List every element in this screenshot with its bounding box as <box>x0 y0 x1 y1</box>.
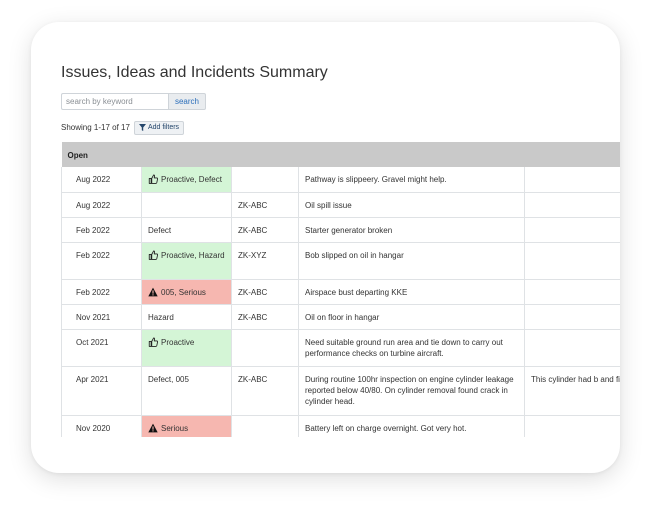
cell-aircraft: ZK-XYZ <box>231 242 299 280</box>
description-text: Airspace bust departing KKE <box>305 287 408 297</box>
group-header-open[interactable]: Open <box>61 142 620 167</box>
warning-icon <box>148 423 158 432</box>
description-text: Starter generator broken <box>305 225 393 235</box>
cell-description: Airspace bust departing KKE <box>298 279 525 305</box>
category-text: Defect, 005 <box>148 374 189 384</box>
cell-description: Pathway is slippeery. Gravel might help. <box>298 167 525 193</box>
cell-aircraft: ZK-ABC <box>231 217 299 243</box>
cell-notes <box>524 167 620 193</box>
thumbs-up-icon <box>148 174 158 184</box>
description-text: Pathway is slippeery. Gravel might help. <box>305 175 447 184</box>
category-text: Proactive, Hazard <box>161 250 225 260</box>
filter-icon <box>138 124 146 131</box>
warning-icon <box>148 287 158 296</box>
table-row[interactable]: Nov 2021 Hazard ZK-ABC Oil on floor in hang… <box>61 304 620 330</box>
cell-notes: This cylinder had b and fitted Dec 2017 … <box>524 366 620 416</box>
group-label: Open <box>61 142 620 167</box>
search-input[interactable] <box>61 93 168 110</box>
category-text: Proactive <box>161 337 195 347</box>
category-text: Serious <box>161 423 189 433</box>
cell-aircraft: ZK-ABC <box>231 366 299 416</box>
cell-description: Need suitable ground run area and tie do… <box>298 329 525 367</box>
category-text: Defect <box>148 225 172 235</box>
cell-notes <box>524 192 620 218</box>
cell-date: Apr 2021 <box>61 366 142 416</box>
cell-date: Aug 2022 <box>61 167 142 193</box>
search-button[interactable]: search <box>168 93 206 110</box>
category-text: Proactive, Defect <box>161 175 222 184</box>
results-toolbar: Showing 1-17 of 17 Add filters <box>61 120 185 135</box>
cell-notes <box>524 242 620 280</box>
cell-notes <box>524 217 620 243</box>
table-row[interactable]: Apr 2021 Defect, 005 ZK-ABC During routine … <box>61 366 620 416</box>
cell-aircraft: ZK-ABC <box>231 279 299 305</box>
cell-date: Aug 2022 <box>61 192 142 218</box>
cell-aircraft <box>231 415 299 437</box>
table-row[interactable]: Nov 2020 Serious Battery left on charge ov… <box>61 415 620 437</box>
cell-date: Feb 2022 <box>61 279 142 305</box>
cell-description: Oil on floor in hangar <box>298 304 525 330</box>
thumbs-up-icon <box>148 250 158 260</box>
page-title: Issues, Ideas and Incidents Summary <box>61 64 328 81</box>
cell-notes <box>524 279 620 305</box>
cell-description: Bob slipped on oil in hangar <box>298 242 525 280</box>
description-text: Oil spill issue <box>305 200 352 210</box>
cell-notes <box>524 329 620 367</box>
table-row[interactable]: Aug 2022 ZK-ABC Oil spill issue <box>61 192 620 218</box>
table-row[interactable]: Feb 2022 005, Serious ZK-ABC Airspace bust … <box>61 279 620 305</box>
cell-category: Hazard <box>141 304 232 330</box>
cell-notes <box>524 304 620 330</box>
cell-category: Serious <box>141 415 232 437</box>
cell-aircraft <box>231 329 299 367</box>
add-filters-label: Add filters <box>147 124 180 131</box>
cell-date: Feb 2022 <box>61 217 142 243</box>
notes-text: This cylinder had b and fitted Dec 2017 … <box>531 374 620 384</box>
cell-aircraft: ZK-ABC <box>231 192 299 218</box>
table-row[interactable]: Feb 2022 Defect ZK-ABC Starter generator br… <box>61 217 620 243</box>
category-text: 005, Serious <box>161 287 206 297</box>
summary-panel: Issues, Ideas and Incidents Summary sear… <box>61 64 620 437</box>
add-filters-button[interactable]: Add filters <box>133 120 185 135</box>
cell-date: Nov 2020 <box>61 415 142 437</box>
table-row[interactable]: Oct 2021 Proactive Need suitable ground ru… <box>61 329 620 367</box>
description-text: Oil on floor in hangar <box>305 312 380 322</box>
cell-category: Proactive, Hazard <box>141 242 232 280</box>
cell-date: Feb 2022 <box>61 242 142 280</box>
description-text: Battery left on charge overnight. Got ve… <box>305 423 467 433</box>
cell-description: Oil spill issue <box>298 192 525 218</box>
cell-aircraft <box>231 167 299 193</box>
cell-notes <box>524 415 620 437</box>
description-text: During routine 100hr inspection on engin… <box>305 374 514 406</box>
cell-description: During routine 100hr inspection on engin… <box>298 366 525 416</box>
cell-date: Oct 2021 <box>61 329 142 367</box>
issues-table: Open Aug 2022 Proactive, Defect Pathway is… <box>61 142 620 437</box>
table-row[interactable]: Feb 2022 Proactive, Hazard ZK-XYZ Bob slipp… <box>61 242 620 280</box>
category-text: Hazard <box>148 312 174 322</box>
cell-category: 005, Serious <box>141 279 232 305</box>
cell-aircraft: ZK-ABC <box>231 304 299 330</box>
cell-category <box>141 192 232 218</box>
search-bar: search <box>61 93 206 110</box>
cell-category: Defect, 005 <box>141 366 232 416</box>
table-row[interactable]: Aug 2022 Proactive, Defect Pathway is slip… <box>61 167 620 193</box>
cell-category: Proactive <box>141 329 232 367</box>
cell-description: Starter generator broken <box>298 217 525 243</box>
cell-category: Defect <box>141 217 232 243</box>
cell-date: Nov 2021 <box>61 304 142 330</box>
thumbs-up-icon <box>148 337 158 347</box>
cell-category: Proactive, Defect <box>141 167 232 193</box>
cell-description: Battery left on charge overnight. Got ve… <box>298 415 525 437</box>
summary-card: Issues, Ideas and Incidents Summary sear… <box>31 22 620 473</box>
results-count: Showing 1-17 of 17 <box>61 123 130 132</box>
description-text: Need suitable ground run area and tie do… <box>305 337 503 358</box>
description-text: Bob slipped on oil in hangar <box>305 250 404 260</box>
